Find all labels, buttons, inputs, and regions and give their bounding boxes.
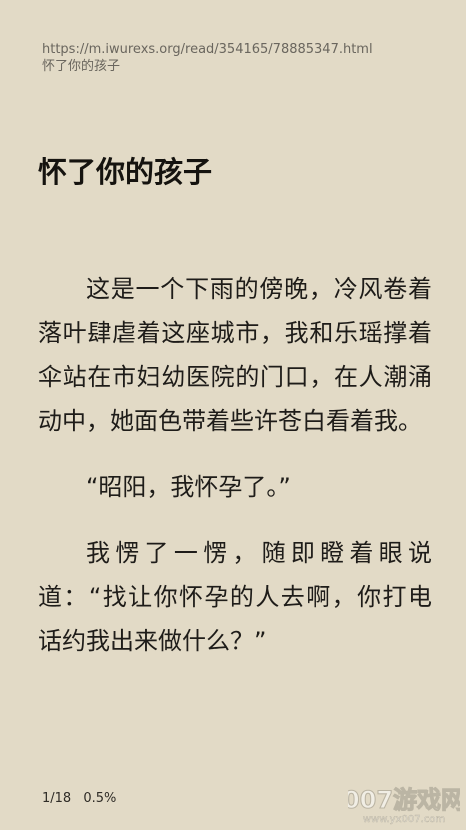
paragraph-2: “昭阳，我怀孕了。” [86, 473, 291, 501]
paragraph-1: 这是一个下雨的傍晚，冷风卷着落叶肆虐着这座城市，我和乐瑶撑着伞站在市妇幼医院的门… [38, 275, 432, 435]
page-url: https://m.iwurexs.org/read/354165/788853… [42, 42, 373, 57]
reading-progress: 1/18 0.5% [42, 791, 116, 806]
chapter-title: 怀了你的孩子 [38, 155, 213, 189]
svg-text:007游戏网: 007游戏网 [348, 786, 460, 814]
site-watermark-logo: 007游戏网 www.yx007.com [348, 784, 460, 826]
chapter-content[interactable]: 这是一个下雨的傍晚，冷风卷着落叶肆虐着这座城市，我和乐瑶撑着伞站在市妇幼医院的门… [38, 267, 432, 685]
page-indicator: 1/18 [42, 791, 72, 806]
progress-percent: 0.5% [83, 791, 117, 806]
paragraph-3: 我愣了一愣，随即瞪着眼说道：“找让你怀孕的人去啊，你打电话约我出来做什么？” [38, 539, 432, 655]
svg-text:www.yx007.com: www.yx007.com [363, 814, 445, 825]
reader-header: https://m.iwurexs.org/read/354165/788853… [42, 41, 373, 75]
header-chapter-title: 怀了你的孩子 [42, 59, 121, 74]
